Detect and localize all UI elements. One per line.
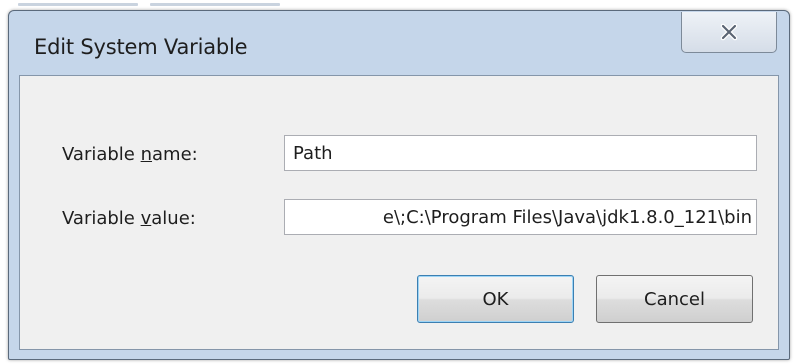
variable-name-label: Variable name: — [62, 144, 198, 165]
ok-button[interactable]: OK — [417, 275, 574, 323]
background-window-remnant — [150, 3, 280, 6]
variable-name-label-prefix: Variable — [62, 144, 141, 165]
cancel-button[interactable]: Cancel — [596, 275, 753, 323]
variable-value-input[interactable] — [284, 199, 757, 235]
screen: Edit System Variable Variable name: Vari… — [0, 0, 795, 364]
variable-name-label-suffix: ame: — [152, 144, 198, 165]
variable-name-label-accelerator: n — [140, 144, 153, 165]
variable-value-label-accelerator: v — [140, 208, 152, 229]
variable-value-label-suffix: alue: — [151, 208, 196, 229]
dialog-body: Variable name: Variable value: OK Cancel — [19, 75, 779, 350]
edit-system-variable-dialog: Edit System Variable Variable name: Vari… — [8, 10, 790, 360]
background-window-remnant — [18, 3, 138, 6]
title-bar[interactable]: Edit System Variable — [9, 11, 789, 75]
close-icon — [720, 23, 738, 41]
dialog-title: Edit System Variable — [34, 35, 248, 59]
variable-name-input[interactable] — [284, 135, 757, 171]
variable-value-label: Variable value: — [62, 208, 196, 229]
variable-value-label-prefix: Variable — [62, 208, 141, 229]
close-button[interactable] — [681, 12, 777, 53]
